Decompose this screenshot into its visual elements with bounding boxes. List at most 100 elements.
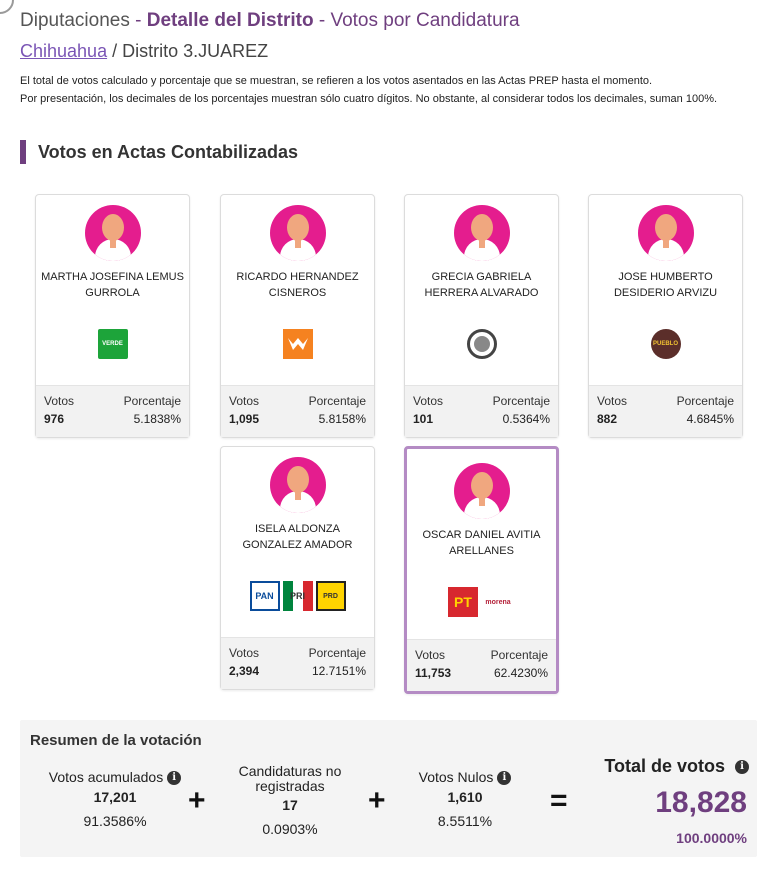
avatar: [269, 457, 326, 513]
pct-label: Porcentaje: [308, 646, 366, 660]
pct-value: 5.8158%: [318, 412, 366, 426]
vote-stats: Votos Porcentaje 882 4.6845%: [589, 385, 742, 437]
vote-summary: Resumen de la votación Votos acumulados i…: [20, 720, 757, 857]
title-detail: Detalle del Distrito: [146, 10, 314, 31]
summary-title: Resumen de la votación: [30, 732, 202, 749]
vote-stats: Votos Porcentaje 2,394 12.7151%: [221, 637, 374, 689]
morena-logo-icon: morena: [481, 587, 515, 617]
section-title: Votos en Actas Contabilizadas: [20, 140, 298, 164]
avatar: [84, 205, 141, 261]
plus-icon: +: [188, 784, 206, 817]
candidate-name: JOSE HUMBERTO DESIDERIO ARVIZU: [613, 271, 718, 299]
votes-label: Votos: [229, 394, 260, 408]
info-icon[interactable]: i: [167, 771, 182, 786]
disclaimer-line-1: El total de votos calculado y porcentaje…: [20, 75, 653, 87]
breadcrumb-district: Distrito 3.JUAREZ: [122, 41, 269, 61]
party-logos: [405, 329, 558, 359]
summary-no-registradas: Candidaturas no registradas 17 0.0903%: [225, 763, 355, 838]
no-registradas-pct: 0.0903%: [262, 821, 318, 837]
pct-value: 12.7151%: [311, 664, 366, 678]
candidate-card[interactable]: RICARDO HERNANDEZ CISNEROS Votos Porcenta…: [220, 194, 375, 438]
breadcrumb-sep: /: [107, 41, 123, 61]
pct-label: Porcentaje: [490, 648, 548, 662]
vote-stats: Votos Porcentaje 101 0.5364%: [405, 385, 558, 437]
nulos-pct: 8.5511%: [437, 813, 493, 830]
avatar: [637, 205, 694, 261]
pct-label: Porcentaje: [676, 394, 734, 408]
votes-label: Votos: [229, 646, 260, 660]
disclaimer-note: El total de votos calculado y porcentaje…: [20, 72, 750, 108]
no-registradas-value: 17: [282, 797, 298, 813]
pct-label: Porcentaje: [308, 394, 366, 408]
title-sep-1: -: [129, 10, 147, 31]
vote-stats: Votos Porcentaje 976 5.1838%: [36, 385, 189, 437]
info-icon[interactable]: i: [497, 771, 512, 786]
title-subtitle: Votos por Candidatura: [330, 10, 520, 31]
vote-stats: Votos Porcentaje 11,753 62.4230%: [407, 639, 556, 691]
prd-logo-icon: PRD: [315, 581, 346, 611]
breadcrumb-state-link[interactable]: Chihuahua: [20, 41, 107, 61]
pct-label: Porcentaje: [492, 394, 550, 408]
pct-value: 5.1838%: [133, 412, 181, 426]
pct-value: 4.6845%: [686, 412, 734, 426]
info-icon[interactable]: i: [735, 760, 749, 775]
votes-value: 1,095: [229, 412, 260, 426]
votes-label: Votos: [415, 648, 446, 662]
summary-acumulados: Votos acumulados i 17,201 91.3586%: [30, 770, 200, 829]
title-section: Diputaciones: [20, 10, 130, 31]
equals-icon: =: [550, 784, 568, 817]
total-label: Total de votos i: [604, 756, 749, 777]
pan-logo-icon: PAN: [249, 581, 280, 611]
votes-label: Votos: [44, 394, 75, 408]
party-logos: PAN PRI PRD: [221, 581, 374, 611]
candidate-name: ISELA ALDONZA GONZALEZ AMADOR: [242, 523, 353, 551]
candidate-card-leading[interactable]: OSCAR DANIEL AVITIA ARELLANES PT morena …: [404, 446, 559, 694]
disclaimer-line-2: Por presentación, los decimales de los p…: [20, 93, 718, 105]
party-logos: VERDE: [36, 329, 189, 359]
nulos-label: Votos Nulos: [418, 769, 494, 785]
votes-value: 11,753: [415, 666, 452, 680]
nulos-value: 1,610: [447, 789, 483, 806]
title-sep-2: -: [313, 10, 331, 31]
candidate-name: OSCAR DANIEL AVITIA ARELLANES: [422, 529, 541, 557]
votes-value: 2,394: [229, 664, 260, 678]
votes-value: 882: [597, 412, 618, 426]
candidate-name: RICARDO HERNANDEZ CISNEROS: [236, 271, 359, 299]
votes-label: Votos: [597, 394, 628, 408]
avatar: [453, 205, 510, 261]
total-value: 18,828: [655, 786, 747, 819]
candidate-card[interactable]: JOSE HUMBERTO DESIDERIO ARVIZU PUEBLO Vo…: [588, 194, 743, 438]
corner-decoration: [0, 0, 14, 14]
candidate-name: GRECIA GABRIELA HERRERA ALVARADO: [424, 271, 539, 299]
page-title: Diputaciones - Detalle del Distrito - Vo…: [20, 10, 520, 32]
pueblo-logo-icon: PUEBLO: [650, 329, 681, 359]
votes-value: 101: [413, 412, 434, 426]
votes-label: Votos: [413, 394, 444, 408]
summary-nulos: Votos Nulos i 1,610 8.5511%: [400, 770, 530, 829]
pct-value: 0.5364%: [502, 412, 550, 426]
verde-logo-icon: VERDE: [97, 329, 128, 359]
candidate-card[interactable]: MARTHA JOSEFINA LEMUS GURROLA VERDE Voto…: [35, 194, 190, 438]
party-logos: [221, 329, 374, 359]
total-label-text: Total de votos: [604, 756, 725, 776]
candidate-card[interactable]: GRECIA GABRIELA HERRERA ALVARADO Votos Po…: [404, 194, 559, 438]
no-registradas-label-2: registradas: [255, 778, 325, 794]
candidate-name: MARTHA JOSEFINA LEMUS GURROLA: [41, 271, 184, 299]
no-registradas-label-1: Candidaturas no: [238, 763, 342, 779]
pri-logo-icon: PRI: [282, 581, 313, 611]
seal-logo-icon: [466, 329, 497, 359]
plus-icon: +: [368, 784, 386, 817]
votes-value: 976: [44, 412, 65, 426]
pct-label: Porcentaje: [123, 394, 181, 408]
acumulados-pct: 91.3586%: [83, 813, 147, 830]
party-logos: PT morena: [407, 587, 556, 617]
acumulados-value: 17,201: [93, 789, 137, 806]
pt-logo-icon: PT: [448, 587, 478, 617]
candidate-card[interactable]: ISELA ALDONZA GONZALEZ AMADOR PAN PRI PR…: [220, 446, 375, 690]
pct-value: 62.4230%: [493, 666, 548, 680]
breadcrumb: Chihuahua / Distrito 3.JUAREZ: [20, 41, 268, 62]
acumulados-label: Votos acumulados: [48, 769, 164, 785]
movimiento-ciudadano-logo-icon: [282, 329, 313, 359]
party-logos: PUEBLO: [589, 329, 742, 359]
vote-stats: Votos Porcentaje 1,095 5.8158%: [221, 385, 374, 437]
